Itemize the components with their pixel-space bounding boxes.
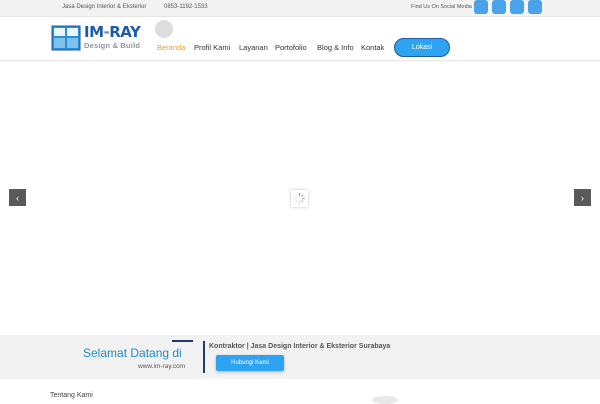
decorative-shape <box>372 396 398 404</box>
website-url: www.im-ray.com <box>138 363 186 370</box>
social-media-label: Find Us On Social Media <box>411 4 472 10</box>
accent-line <box>172 340 193 342</box>
tagline: Jasa Design Interior & Eksterior <box>62 4 147 10</box>
loading-spinner-icon <box>291 190 308 207</box>
nav-item-profil-kami[interactable]: Profil Kami <box>194 43 230 52</box>
social-icons <box>474 0 542 14</box>
welcome-band: Selamat Datang di www.im-ray.com Kontrak… <box>0 335 600 379</box>
youtube-icon[interactable] <box>528 0 542 14</box>
chevron-left-icon[interactable]: ‹ <box>9 189 26 206</box>
window-logo-icon <box>51 25 81 51</box>
welcome-description: Kontraktor | Jasa Design Interior & Ekst… <box>209 343 391 350</box>
site-logo[interactable]: IM-RAY Design & Build <box>51 23 143 53</box>
twitter-icon[interactable] <box>492 0 506 14</box>
search-icon[interactable] <box>155 20 173 38</box>
chevron-right-icon[interactable]: › <box>574 189 591 206</box>
hero-slider: ‹ › <box>0 62 600 334</box>
nav-item-layanan[interactable]: Layanan <box>239 43 268 52</box>
vertical-divider <box>203 341 205 373</box>
site-header: IM-RAY Design & Build Beranda Profil Kam… <box>0 17 600 61</box>
nav-item-beranda[interactable]: Beranda <box>157 43 185 52</box>
facebook-icon[interactable] <box>474 0 488 14</box>
nav-item-blog-info[interactable]: Blog & Info <box>317 43 354 52</box>
welcome-title: Selamat Datang di <box>83 346 182 360</box>
section-title: Tentang Kami <box>50 392 93 399</box>
instagram-icon[interactable] <box>510 0 524 14</box>
nav-item-portofolio[interactable]: Portofolio <box>275 43 307 52</box>
lokasi-button[interactable]: Lokasi <box>394 38 450 57</box>
nav-item-kontak[interactable]: Kontak <box>361 43 384 52</box>
hubungi-kami-button[interactable]: Hubungi Kami <box>216 355 284 371</box>
brand-subtitle: Design & Build <box>84 41 141 50</box>
top-bar: Jasa Design Interior & Eksterior 0853-11… <box>0 0 600 17</box>
brand-name: IM-RAY <box>84 23 141 41</box>
phone-number[interactable]: 0853-1192-1533 <box>164 4 208 10</box>
